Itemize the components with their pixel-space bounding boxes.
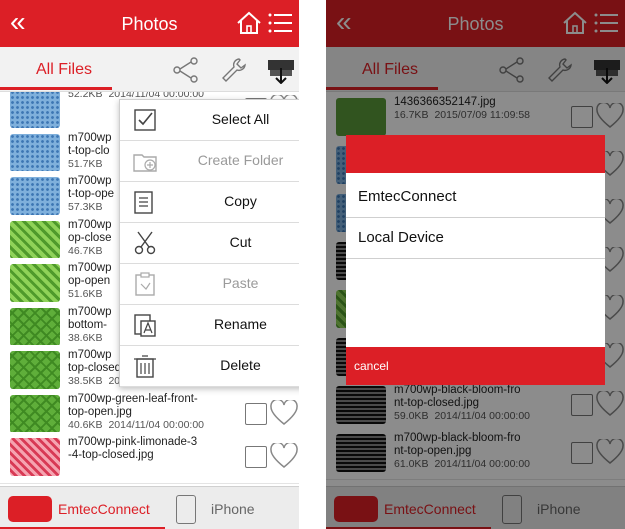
home-icon[interactable] [236, 10, 262, 36]
menu-item-copy[interactable]: Copy [120, 182, 299, 223]
file-thumbnail [10, 92, 60, 128]
create-folder-icon [133, 154, 157, 172]
folder-download-icon[interactable] [266, 56, 296, 84]
menu-item-label: Create Folder [197, 152, 284, 168]
panel-gap [299, 0, 326, 529]
bottom-tab-bar: EmtecConnect iPhone [0, 486, 299, 529]
file-row[interactable]: m700wp-pink-limonade-3 -4-top-closed.jpg [0, 432, 299, 484]
menu-item-rename[interactable]: Rename [120, 305, 299, 346]
file-thumbnail [10, 394, 60, 433]
menu-item-label: Cut [229, 234, 252, 250]
right-screen: « Photos All Files 1436366352147.jpg 16.7… [326, 0, 625, 529]
modal-overlay[interactable]: EmtecConnect Local Device cancel [326, 0, 625, 529]
copy-icon [134, 191, 153, 214]
file-thumbnail [10, 177, 60, 215]
file-thumbnail [10, 351, 60, 389]
file-size: 38.6KB [68, 331, 103, 344]
phone-icon[interactable] [176, 495, 196, 524]
option-local-device[interactable]: Local Device [346, 218, 605, 259]
file-size: 51.6KB [68, 288, 103, 300]
menu-item-cut[interactable]: Cut [120, 223, 299, 264]
dialog-header [346, 135, 605, 173]
favorite-heart-icon[interactable] [270, 443, 298, 469]
destination-dialog: EmtecConnect Local Device cancel [346, 135, 605, 385]
file-meta: 51.6KB [68, 288, 108, 300]
file-thumbnail [10, 264, 60, 302]
file-date: 2014/11/04 00:00:00 [108, 418, 205, 431]
favorite-heart-icon[interactable] [270, 399, 298, 426]
tab-all-files[interactable]: All Files [36, 61, 92, 79]
menu-item-paste[interactable]: Paste [120, 264, 299, 305]
cancel-button[interactable]: cancel [346, 347, 605, 385]
cancel-label: cancel [354, 359, 389, 373]
cloud-icon[interactable] [8, 496, 52, 522]
tab-emteconnect-label[interactable]: EmtecConnect [58, 501, 150, 517]
trash-icon [134, 355, 156, 378]
file-thumbnail [10, 307, 60, 346]
menu-item-select-all[interactable]: Select All [120, 100, 299, 141]
file-thumbnail [10, 133, 60, 172]
menu-item-label: Copy [224, 193, 257, 209]
menu-item-label: Select All [211, 111, 270, 127]
file-thumbnail [10, 438, 60, 476]
menu-item-create-folder[interactable]: Create Folder [120, 141, 299, 182]
file-meta: 40.6KB 2014/11/04 00:00:00 [68, 419, 204, 431]
toolbar: All Files [0, 47, 299, 92]
file-meta: 57.3KB [68, 201, 108, 213]
top-bar: « Photos [0, 0, 299, 47]
select-checkbox[interactable] [245, 402, 267, 425]
file-size: 46.7KB [68, 244, 103, 257]
left-screen: « Photos All Files 52.2KB 2014/11/04 00:0… [0, 0, 299, 529]
active-tab-indicator [0, 87, 112, 90]
menu-item-label: Delete [220, 357, 261, 373]
wrench-icon[interactable] [220, 56, 248, 84]
file-size: 51.7KB [68, 157, 103, 170]
select-all-icon [134, 109, 156, 131]
file-size: 52.2KB [68, 92, 103, 100]
option-label: Local Device [358, 229, 444, 246]
select-checkbox[interactable] [245, 446, 267, 468]
rename-icon [134, 314, 156, 337]
file-meta: 46.7KB [68, 245, 108, 257]
file-size: 38.5KB [68, 375, 103, 387]
menu-icon[interactable] [268, 12, 292, 34]
file-size: 57.3KB [68, 201, 103, 213]
menu-item-label: Paste [222, 275, 259, 291]
file-name: m700wp-green-leaf-front- top-open.jpg [68, 392, 198, 418]
option-emteconnect[interactable]: EmtecConnect [346, 177, 605, 218]
file-meta: 51.7KB [68, 158, 108, 170]
menu-item-delete[interactable]: Delete [120, 346, 299, 387]
file-name: m700wp-pink-limonade-3 -4-top-closed.jpg [68, 436, 198, 461]
menu-item-label: Rename [214, 316, 267, 332]
file-meta: 38.6KB [68, 332, 108, 344]
paste-icon [135, 272, 155, 296]
share-icon[interactable] [172, 57, 200, 83]
file-thumbnail [10, 220, 60, 259]
file-size: 40.6KB [68, 418, 103, 431]
option-label: EmtecConnect [358, 188, 457, 205]
scissors-icon [134, 231, 156, 255]
tab-iphone-label[interactable]: iPhone [211, 501, 255, 517]
edit-context-menu: Select All Create Folder Copy Cut Paste Renam… [119, 99, 299, 387]
